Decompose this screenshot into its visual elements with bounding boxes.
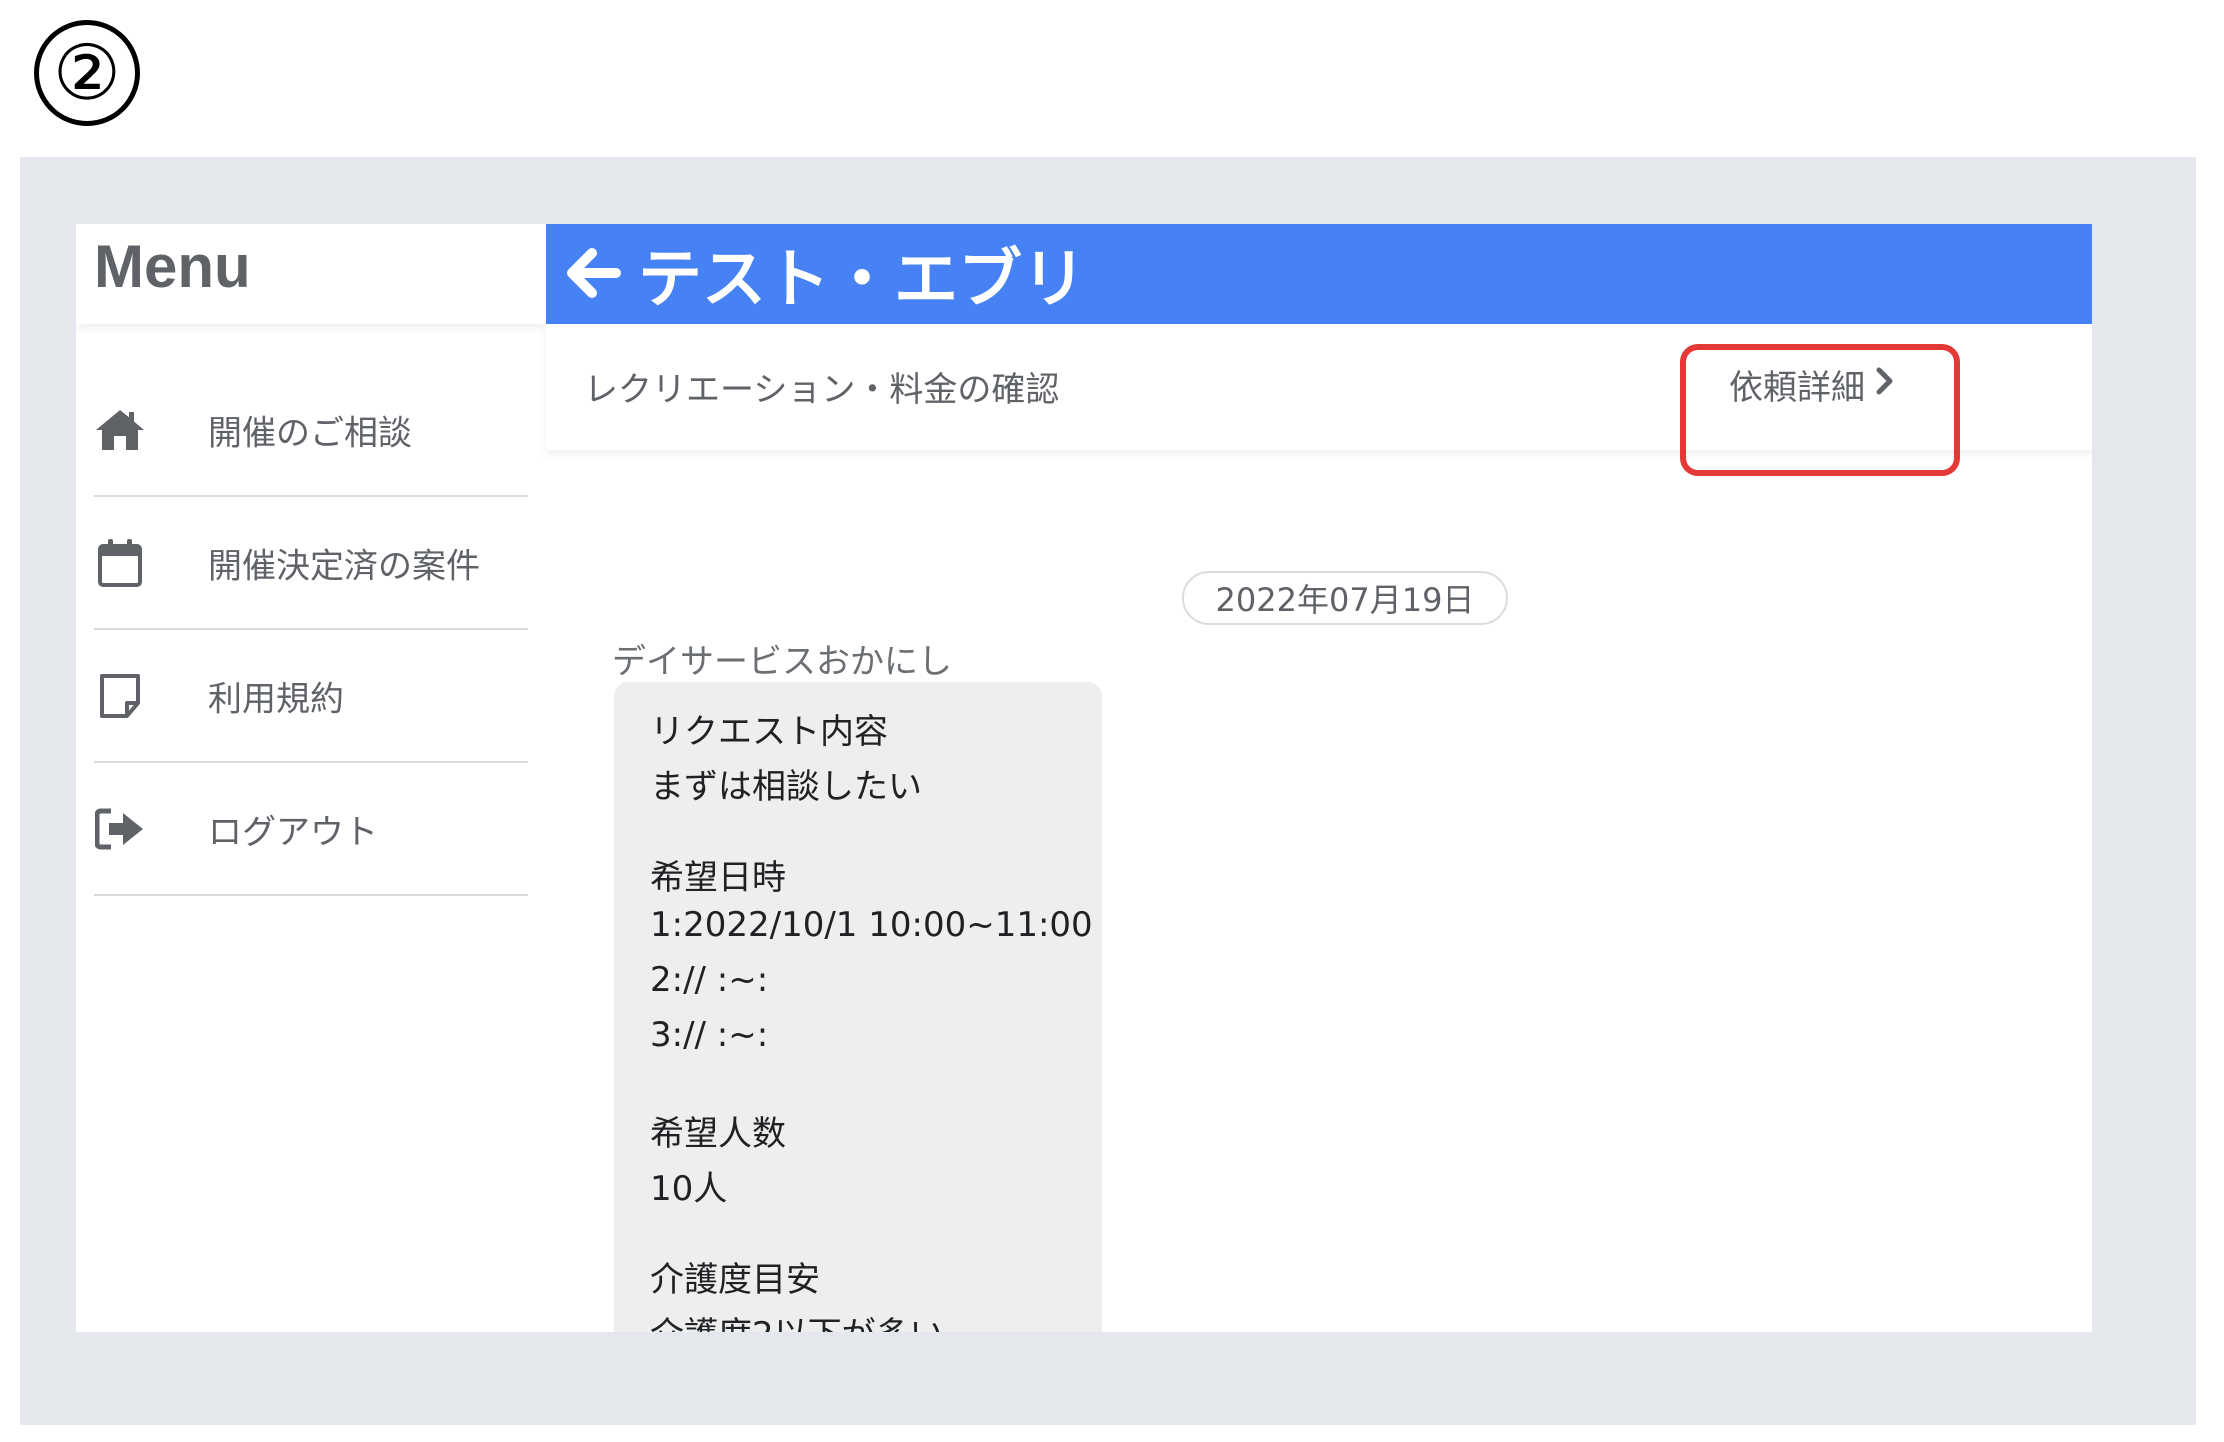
page-title: テスト・エブリ	[638, 243, 1086, 317]
sidebar-item-label: 開催のご相談	[208, 413, 412, 453]
step-number-marker: ②	[34, 20, 140, 126]
message-line: 10人	[650, 1169, 728, 1209]
sidebar-item-label: 利用規約	[208, 679, 344, 719]
message-line: 希望日時	[650, 858, 786, 898]
message-line: 1:2022/10/1 10:00~11:00	[650, 905, 1093, 945]
message-bubble: リクエスト内容 まずは相談したい 希望日時 1:2022/10/1 10:00~…	[614, 682, 1102, 1332]
subheader-title: レクリエーション・料金の確認	[584, 370, 1060, 410]
sidebar: Menu 開催のご相談 開催決定済の案件 利用規約 ログアウト	[76, 224, 546, 1332]
sidebar-item-confirmed-cases[interactable]: 開催決定済の案件	[94, 497, 528, 630]
calendar-icon	[94, 537, 146, 589]
sidebar-item-label: ログアウト	[208, 812, 378, 852]
logout-icon	[94, 803, 146, 855]
sidebar-item-label: 開催決定済の案件	[208, 546, 480, 586]
menu-title: Menu	[94, 233, 251, 300]
menu-header: Menu	[76, 224, 546, 324]
message-line: 2:// :~:	[650, 960, 769, 1000]
message-line: まずは相談したい	[650, 767, 922, 807]
sidebar-item-terms[interactable]: 利用規約	[94, 630, 528, 763]
date-separator: 2022年07月19日	[1182, 571, 1508, 625]
message-line: 介護度2以下が多い	[650, 1307, 944, 1332]
note-icon	[94, 670, 146, 722]
message-line: リクエスト内容	[650, 712, 888, 752]
message-line: 3:// :~:	[650, 1015, 769, 1055]
highlight-annotation-box	[1680, 344, 1960, 476]
message-line: 介護度目安	[650, 1260, 820, 1300]
arrow-left-icon[interactable]	[558, 238, 628, 308]
message-sender: デイサービスおかにし	[612, 642, 952, 682]
title-bar: テスト・エブリ	[546, 224, 2092, 324]
home-icon	[94, 404, 146, 456]
message-line: 希望人数	[650, 1114, 786, 1154]
sidebar-item-logout[interactable]: ログアウト	[94, 763, 528, 896]
sidebar-item-consultation[interactable]: 開催のご相談	[94, 364, 528, 497]
